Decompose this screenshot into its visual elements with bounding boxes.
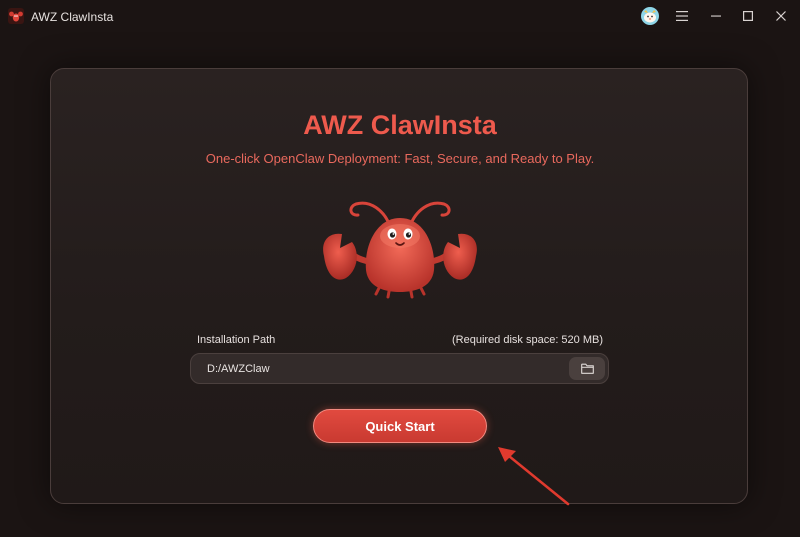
folder-icon [580,363,594,374]
page-title: AWZ ClawInsta [303,110,497,140]
menu-button[interactable] [670,4,694,28]
installation-path-field [190,353,609,384]
installation-path-label: Installation Path [197,334,276,346]
minimize-icon [711,15,721,17]
browse-folder-button[interactable] [569,357,605,380]
app-window: AWZ ClawInsta AWZ ClawInsta One-click Op… [0,0,800,537]
hamburger-icon [676,11,688,21]
disk-space-requirement: (Required disk space: 520 MB) [451,334,603,346]
pointer-arrow-icon [498,447,570,506]
quick-start-button[interactable]: Quick Start [313,409,487,443]
maximize-icon [743,11,753,21]
assistant-avatar-button[interactable] [638,4,662,28]
mascot-face-icon [641,7,659,25]
lobster-app-icon [8,8,24,24]
close-icon [776,11,786,21]
lobster-mascot-icon [323,201,477,299]
installation-path-input[interactable] [207,354,557,383]
app-title: AWZ ClawInsta [31,10,114,24]
title-bar: AWZ ClawInsta [0,0,800,32]
minimize-button[interactable] [704,4,728,28]
close-button[interactable] [769,4,793,28]
page-subtitle: One-click OpenClaw Deployment: Fast, Sec… [205,151,595,166]
maximize-button[interactable] [736,4,760,28]
